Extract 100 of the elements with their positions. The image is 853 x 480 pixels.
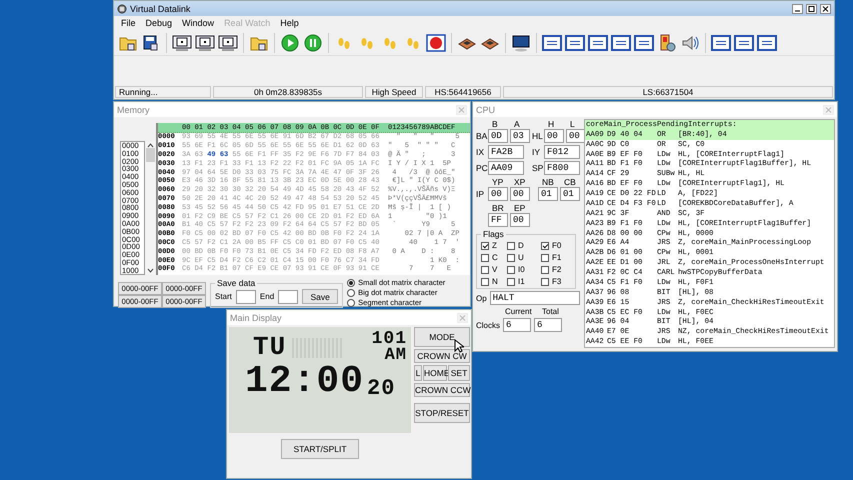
input-field[interactable] bbox=[236, 290, 256, 304]
play-icon[interactable] bbox=[280, 32, 300, 52]
status-text: HS:564419656 bbox=[425, 86, 501, 98]
window-panel-icon[interactable] bbox=[734, 32, 754, 52]
menu-item[interactable]: Window bbox=[177, 18, 220, 28]
radio-button[interactable] bbox=[347, 298, 356, 306]
window-panel-icon[interactable] bbox=[711, 32, 731, 52]
checkbox[interactable] bbox=[507, 278, 515, 286]
checkbox-label: F1 bbox=[552, 253, 562, 262]
window-title: CPU bbox=[476, 104, 496, 114]
pause-icon[interactable] bbox=[303, 32, 323, 52]
minimize-button[interactable] bbox=[792, 4, 803, 14]
menu-item[interactable]: File bbox=[116, 18, 141, 28]
lcd-text: 101 bbox=[372, 331, 407, 348]
checkbox[interactable] bbox=[541, 278, 549, 286]
menu-item[interactable]: Debug bbox=[140, 18, 178, 28]
window-panel-icon[interactable] bbox=[634, 32, 654, 52]
save-button[interactable]: Save bbox=[302, 289, 338, 304]
crown-cw-button[interactable]: CROWN CW bbox=[414, 349, 470, 363]
checkbox[interactable] bbox=[481, 254, 489, 262]
stop-sign-icon[interactable] bbox=[426, 32, 446, 52]
checkbox[interactable] bbox=[507, 254, 515, 262]
register-label: HL bbox=[532, 131, 542, 143]
status-text: LS:66371504 bbox=[503, 86, 833, 98]
status-text: Running... bbox=[115, 86, 211, 98]
register-field[interactable]: AA09 bbox=[488, 161, 524, 175]
window-panel-icon[interactable] bbox=[588, 32, 608, 52]
checkbox-label: U bbox=[518, 253, 524, 262]
register-field[interactable]: 0D bbox=[488, 129, 508, 143]
start-split-button[interactable]: START/SPLIT bbox=[281, 439, 359, 459]
register-field[interactable]: 03 bbox=[510, 129, 530, 143]
checkbox[interactable] bbox=[541, 254, 549, 262]
checkbox[interactable] bbox=[541, 242, 549, 250]
lcd-time: 12:00 bbox=[245, 364, 364, 400]
menu-item[interactable]: Help bbox=[275, 18, 304, 28]
monitor-icon[interactable] bbox=[511, 32, 531, 52]
register-field[interactable]: 00 bbox=[566, 129, 586, 143]
register-label: A bbox=[513, 119, 521, 129]
register-field[interactable]: 01 bbox=[560, 187, 580, 201]
mode-button[interactable]: MODE bbox=[414, 327, 470, 347]
crown-ccw-button[interactable]: CROWN CCW bbox=[414, 383, 470, 397]
register-label: BR bbox=[491, 203, 505, 213]
checkbox-label: V bbox=[492, 265, 498, 274]
film-frame-icon[interactable] bbox=[195, 32, 215, 52]
scrollbar[interactable] bbox=[145, 141, 156, 275]
lcd-text: AM bbox=[384, 348, 407, 364]
scrollbar-thumb[interactable] bbox=[146, 148, 155, 162]
close-button[interactable] bbox=[820, 4, 831, 14]
checkbox[interactable] bbox=[507, 242, 515, 250]
checkbox-label: I1 bbox=[518, 277, 525, 286]
window-panel-icon[interactable] bbox=[611, 32, 631, 52]
radio-button[interactable] bbox=[347, 288, 356, 296]
register-field[interactable]: F012 bbox=[544, 145, 580, 159]
register-field[interactable]: 00 bbox=[510, 213, 530, 227]
light-button[interactable]: L bbox=[414, 365, 422, 381]
checkbox-label: F0 bbox=[552, 241, 562, 250]
film-frame-icon[interactable] bbox=[218, 32, 238, 52]
field-label: Current bbox=[505, 307, 533, 316]
input-field[interactable]: 6 bbox=[503, 318, 532, 332]
register-field[interactable]: 00 bbox=[510, 187, 530, 201]
register-field[interactable]: F800 bbox=[544, 161, 580, 175]
window-panel-icon[interactable] bbox=[542, 32, 562, 52]
status-text: High Speed bbox=[365, 86, 423, 98]
film-frame-icon[interactable] bbox=[172, 32, 192, 52]
register-label: L bbox=[569, 119, 576, 129]
window-title: Memory bbox=[117, 104, 151, 114]
checkbox[interactable] bbox=[541, 266, 549, 274]
home-button[interactable]: HOME bbox=[423, 365, 447, 381]
field-label: End bbox=[260, 292, 274, 301]
input-field[interactable] bbox=[278, 290, 298, 304]
register-field[interactable]: FA2B bbox=[488, 145, 524, 159]
register-field[interactable]: 01 bbox=[538, 187, 558, 201]
register-field[interactable]: 00 bbox=[544, 129, 564, 143]
register-label: SP bbox=[532, 163, 542, 175]
set-button[interactable]: SET bbox=[448, 365, 470, 381]
checkbox[interactable] bbox=[481, 278, 489, 286]
checkbox[interactable] bbox=[507, 266, 515, 274]
stop-reset-button[interactable]: STOP/RESET bbox=[414, 403, 470, 423]
register-label: IP bbox=[476, 189, 486, 201]
mouse-cursor-icon bbox=[454, 339, 464, 353]
register-label: XP bbox=[513, 177, 526, 187]
scroll-down-icon[interactable] bbox=[147, 268, 154, 273]
checkbox[interactable] bbox=[481, 242, 489, 250]
window-panel-icon[interactable] bbox=[565, 32, 585, 52]
input-field[interactable]: 6 bbox=[534, 318, 562, 332]
op-field[interactable]: HALT bbox=[490, 291, 580, 305]
register-label: IY bbox=[532, 147, 542, 159]
register-field[interactable]: FF bbox=[488, 213, 508, 227]
register-label: CB bbox=[563, 177, 577, 187]
register-field[interactable]: 00 bbox=[488, 187, 508, 201]
window-panel-icon[interactable] bbox=[757, 32, 777, 52]
radio-button[interactable] bbox=[347, 278, 356, 286]
field-label: Clocks bbox=[476, 320, 500, 330]
lcd-text: TU bbox=[253, 335, 286, 360]
register-label: NB bbox=[541, 177, 555, 187]
register-label: BA bbox=[476, 131, 486, 143]
scroll-up-icon[interactable] bbox=[147, 143, 154, 148]
checkbox[interactable] bbox=[481, 266, 489, 274]
maximize-button[interactable] bbox=[806, 4, 817, 14]
register-label: YP bbox=[491, 177, 504, 187]
